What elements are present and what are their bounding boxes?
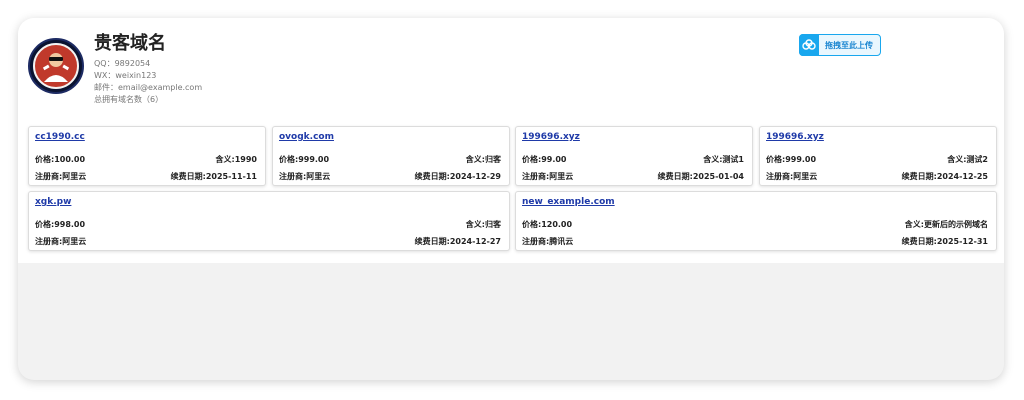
meaning: 含义:更新后的示例域名	[904, 220, 988, 229]
meaning: 含义:测试1	[703, 155, 744, 164]
domain-card: 199696.xyz 价格:99.00 含义:测试1 注册商:阿里云 续费日期:…	[515, 126, 753, 186]
avatar	[28, 38, 84, 94]
main-panel: 贵客域名 QQ：9892054 WX：weixin123 邮件：email@ex…	[18, 18, 1004, 263]
renewal-date: 续费日期:2025-01-04	[657, 172, 744, 181]
registrar: 注册商:阿里云	[35, 237, 87, 246]
domain-link[interactable]: xgk.pw	[35, 197, 71, 207]
domain-link[interactable]: 199696.xyz	[522, 132, 580, 142]
page-title: 贵客域名	[94, 33, 166, 54]
registrar: 注册商:阿里云	[35, 172, 87, 181]
renewal-date: 续费日期:2024-12-27	[414, 237, 501, 246]
cloud-upload-icon	[799, 33, 819, 56]
registrar: 注册商:阿里云	[766, 172, 818, 181]
meaning: 含义:归客	[465, 155, 501, 164]
meaning: 含义:测试2	[947, 155, 988, 164]
domain-card: new_example.com 价格:120.00 含义:更新后的示例域名 注册…	[515, 191, 997, 251]
price: 价格:120.00	[522, 220, 573, 229]
domain-link[interactable]: ovogk.com	[279, 132, 334, 142]
price: 价格:999.00	[279, 155, 330, 164]
qq-info: QQ：9892054	[94, 59, 151, 68]
domain-card: 199696.xyz 价格:999.00 含义:测试2 注册商:阿里云 续费日期…	[759, 126, 997, 186]
price: 价格:999.00	[766, 155, 817, 164]
domain-count: 总拥有域名数（6）	[94, 95, 164, 104]
meaning: 含义:1990	[215, 155, 257, 164]
domain-card: ovogk.com 价格:999.00 含义:归客 注册商:阿里云 续费日期:2…	[272, 126, 510, 186]
domain-link[interactable]: new_example.com	[522, 197, 615, 207]
renewal-date: 续费日期:2025-12-31	[901, 237, 988, 246]
renewal-date: 续费日期:2024-12-29	[414, 172, 501, 181]
registrar: 注册商:阿里云	[279, 172, 331, 181]
upload-label: 拖拽至此上传	[825, 40, 873, 50]
upload-dropzone-button[interactable]: 拖拽至此上传	[799, 33, 881, 56]
domain-card: xgk.pw 价格:998.00 含义:归客 注册商:阿里云 续费日期:2024…	[28, 191, 510, 251]
app-window: 贵客域名 QQ：9892054 WX：weixin123 邮件：email@ex…	[18, 18, 1004, 380]
renewal-date: 续费日期:2025-11-11	[170, 172, 257, 181]
meaning: 含义:归客	[465, 220, 501, 229]
price: 价格:100.00	[35, 155, 86, 164]
registrar: 注册商:腾讯云	[522, 237, 574, 246]
domain-link[interactable]: cc1990.cc	[35, 132, 85, 142]
domain-link[interactable]: 199696.xyz	[766, 132, 824, 142]
registrar: 注册商:阿里云	[522, 172, 574, 181]
domain-card: cc1990.cc 价格:100.00 含义:1990 注册商:阿里云 续费日期…	[28, 126, 266, 186]
wx-info: WX：weixin123	[94, 71, 157, 80]
renewal-date: 续费日期:2024-12-25	[901, 172, 988, 181]
email-info: 邮件：email@example.com	[94, 83, 203, 92]
price: 价格:99.00	[522, 155, 567, 164]
price: 价格:998.00	[35, 220, 86, 229]
